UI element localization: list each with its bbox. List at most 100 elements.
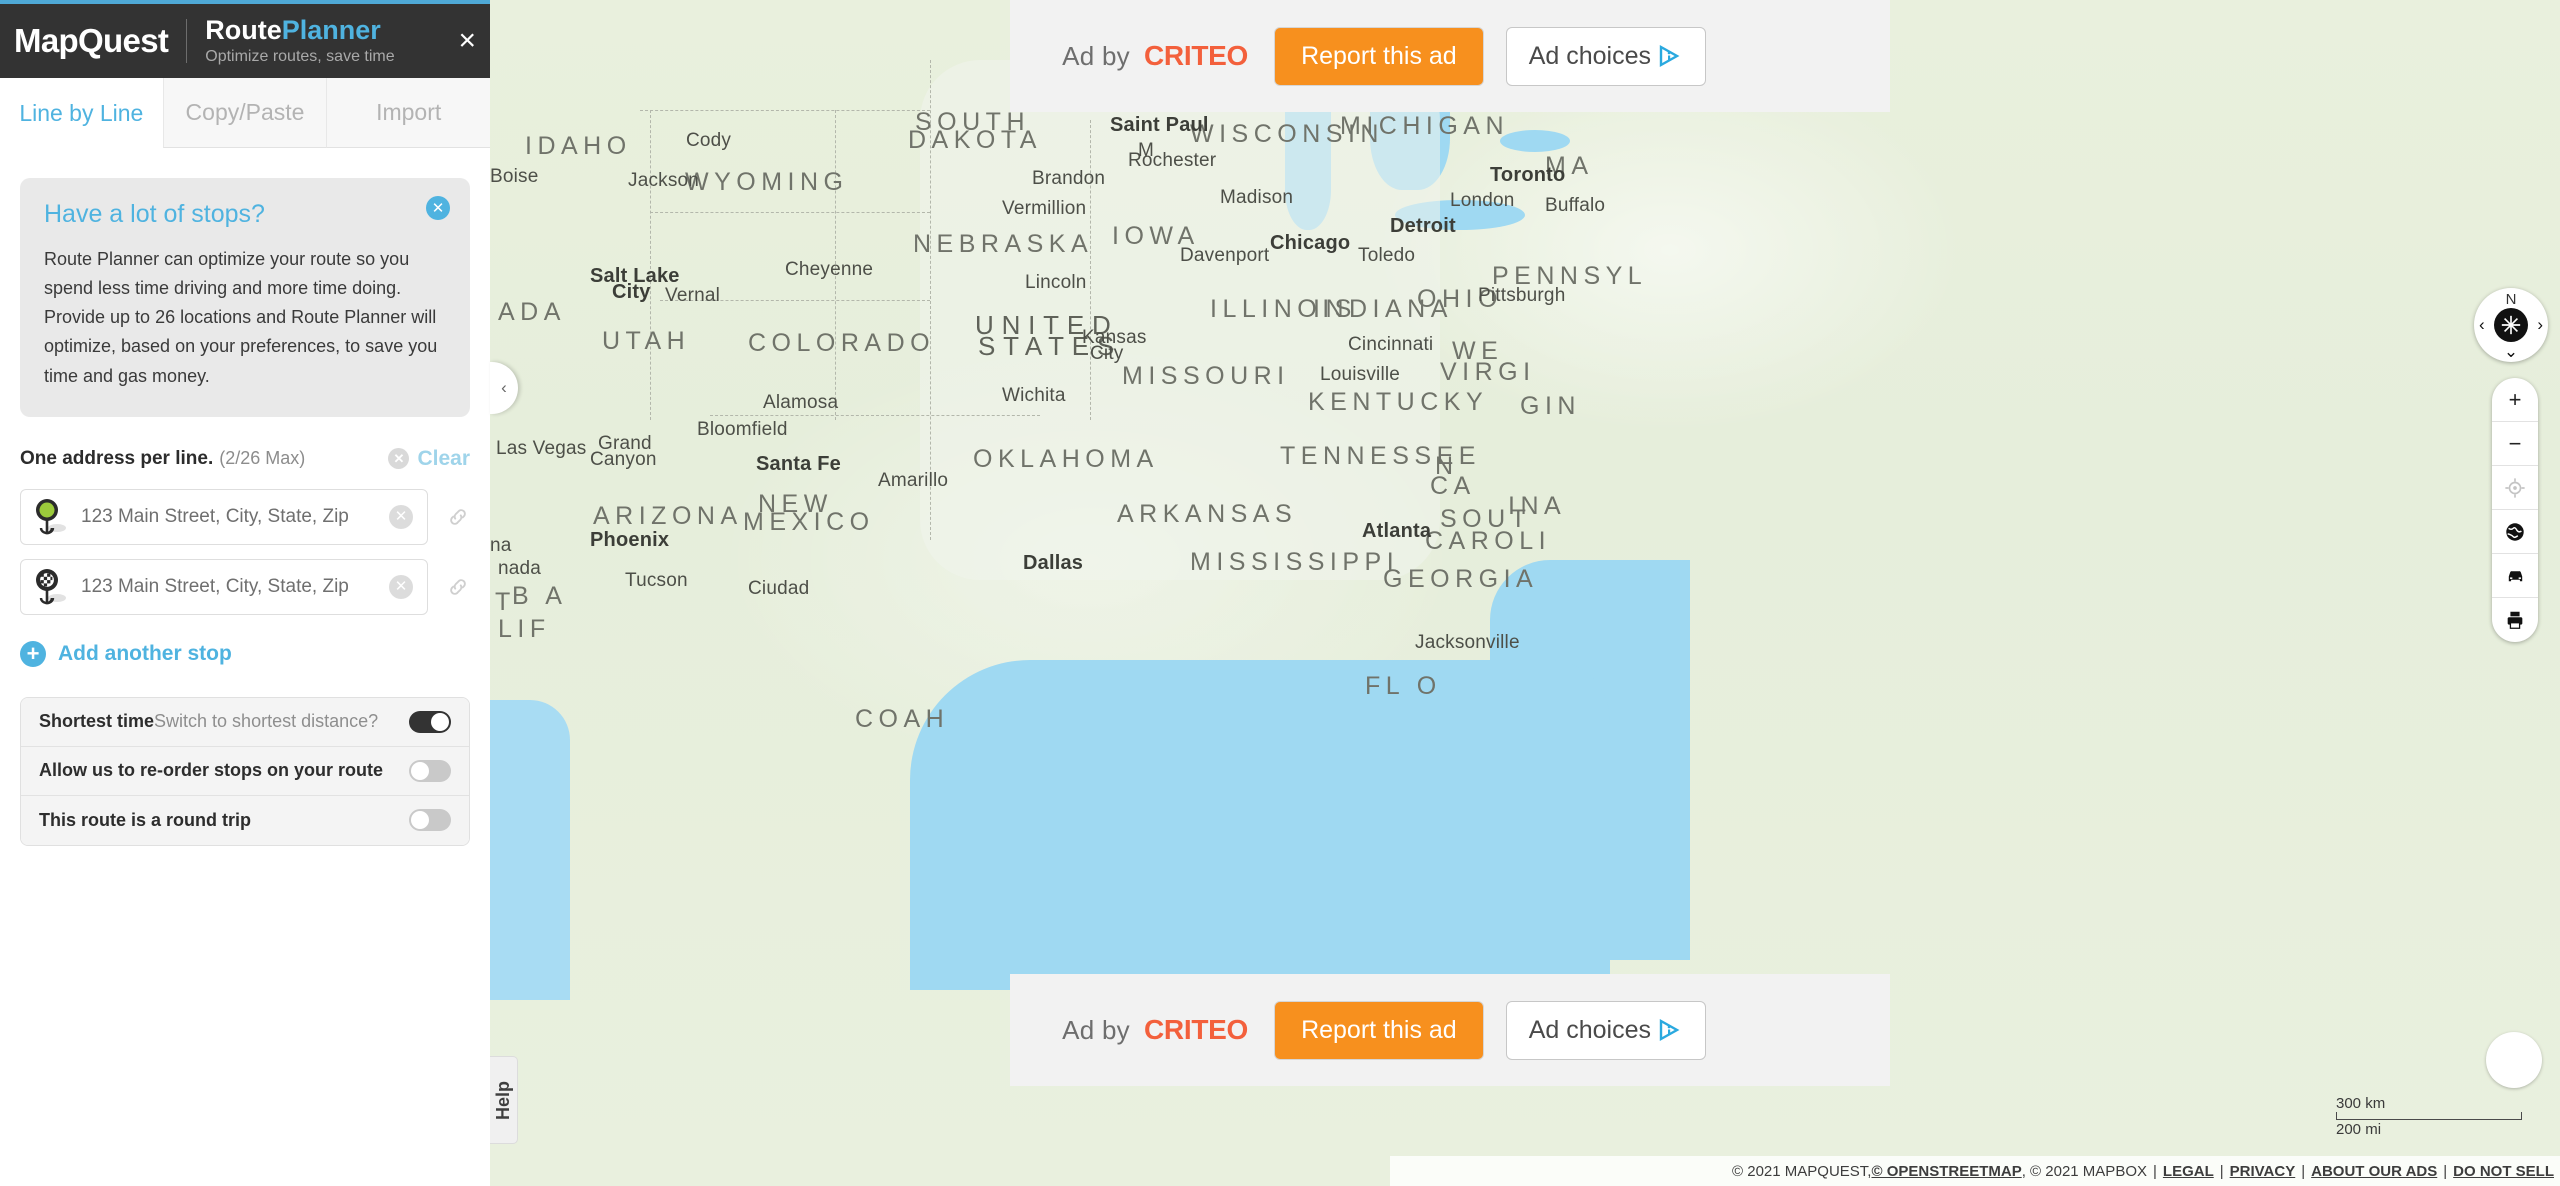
map-label-city: Boise bbox=[490, 166, 539, 187]
scale-bar-line bbox=[2336, 1112, 2522, 1120]
toggle-knob bbox=[431, 712, 449, 731]
attribution-privacy-link[interactable]: PRIVACY bbox=[2230, 1163, 2296, 1180]
add-another-stop-button[interactable]: + Add another stop bbox=[20, 640, 470, 667]
option-row-shortest-time[interactable]: Shortest timeSwitch to shortest distance… bbox=[21, 697, 469, 747]
address-list-heading: One address per line. bbox=[20, 447, 214, 469]
map-canvas[interactable]: IDAHO WYOMING SOUTH DAKOTA NEBRASKA IOWA WISCO… bbox=[490, 0, 2560, 1186]
ad-by-label: Ad by bbox=[1062, 40, 1130, 71]
map-label-state: B A bbox=[512, 582, 568, 610]
map-label-state: IDAHO bbox=[525, 132, 632, 160]
help-tab-label: Help bbox=[493, 1080, 514, 1120]
criteo-brand-logo: CRITEO bbox=[1143, 40, 1249, 71]
map-label-state: COLORADO bbox=[748, 329, 936, 357]
tab-copy-paste[interactable]: Copy/Paste bbox=[162, 78, 327, 148]
map-label-city: Toronto bbox=[1490, 164, 1566, 186]
info-card-close-icon[interactable]: ✕ bbox=[426, 196, 450, 220]
ad-choices-icon bbox=[1657, 43, 1683, 69]
link-icon-1[interactable] bbox=[446, 505, 470, 529]
toggle-round-trip[interactable] bbox=[409, 809, 451, 832]
map-label-state: MEXICO bbox=[743, 508, 875, 536]
link-icon-2[interactable] bbox=[446, 575, 470, 599]
attribution-do-not-sell-link[interactable]: DO NOT SELL bbox=[2453, 1163, 2554, 1180]
map-label-city: London bbox=[1450, 190, 1515, 211]
compass-pan-left-arrow[interactable]: ‹ bbox=[2479, 316, 2485, 333]
ad-choices-button-top[interactable]: Ad choices bbox=[1505, 26, 1706, 86]
sidebar-panel-body: Have a lot of stops? Route Planner can o… bbox=[0, 178, 490, 846]
attribution-legal-link[interactable]: LEGAL bbox=[2163, 1163, 2214, 1180]
page-title: RoutePlanner bbox=[205, 14, 394, 45]
close-panel-button[interactable]: × bbox=[458, 26, 476, 56]
map-label-city: M bbox=[1138, 140, 1155, 161]
map-label-city: Phoenix bbox=[590, 529, 670, 551]
option-label-reorder-stops: Allow us to re-order stops on your route bbox=[39, 760, 384, 781]
tab-import[interactable]: Import bbox=[326, 78, 490, 148]
map-label-state: GEORGIA bbox=[1383, 565, 1539, 593]
map-label-state: NEBRASKA bbox=[913, 230, 1094, 258]
traffic-button[interactable] bbox=[2492, 554, 2538, 598]
map-label-state: UTAH bbox=[602, 327, 691, 355]
compass-center-icon[interactable] bbox=[2494, 308, 2528, 342]
header-divider bbox=[186, 19, 188, 63]
compass-control[interactable]: N ‹ › ⌄ bbox=[2474, 288, 2548, 362]
map-label-city: Lincoln bbox=[1025, 272, 1087, 293]
address-count-badge: (2/26 Max) bbox=[219, 448, 306, 469]
toggle-shortest-time[interactable] bbox=[409, 710, 451, 733]
compass-pan-down-arrow[interactable]: ⌄ bbox=[2474, 343, 2548, 360]
map-label-city: Wichita bbox=[1002, 385, 1066, 406]
map-label-city: Tucson bbox=[625, 570, 688, 591]
option-row-reorder-stops[interactable]: Allow us to re-order stops on your route bbox=[21, 746, 469, 796]
scale-row-km: 300 km bbox=[2336, 1094, 2522, 1112]
criteo-brand-logo-bottom: CRITEO bbox=[1143, 1014, 1249, 1045]
toggle-reorder-stops[interactable] bbox=[409, 759, 451, 782]
toggle-knob bbox=[411, 811, 429, 830]
zoom-out-button[interactable]: − bbox=[2492, 422, 2538, 466]
map-layers-globe-button[interactable] bbox=[2492, 510, 2538, 554]
sidebar-header: MapQuest RoutePlanner Optimize routes, s… bbox=[0, 4, 490, 78]
print-button[interactable] bbox=[2492, 598, 2538, 642]
tab-line-by-line[interactable]: Line by Line bbox=[0, 78, 163, 148]
page-title-accent: Planner bbox=[281, 14, 381, 45]
option-row-round-trip[interactable]: This route is a round trip bbox=[21, 795, 469, 845]
attribution-openstreetmap-link[interactable]: © OPENSTREETMAP bbox=[1871, 1163, 2021, 1180]
map-label-city: Amarillo bbox=[878, 470, 949, 491]
map-label-state: MICHIGAN bbox=[1340, 112, 1509, 140]
compass-pan-right-arrow[interactable]: › bbox=[2537, 316, 2543, 333]
water-gulf-of-mexico bbox=[910, 660, 1610, 990]
info-card-lots-of-stops: Have a lot of stops? Route Planner can o… bbox=[20, 178, 470, 417]
map-attribution-bar: © 2021 MAPQUEST, © OPENSTREETMAP , © 202… bbox=[1390, 1156, 2560, 1186]
map-label-city: Alamosa bbox=[763, 392, 839, 413]
map-label-state: WYOMING bbox=[685, 168, 849, 196]
option-label-muted: Switch to shortest distance? bbox=[154, 711, 379, 732]
map-label-city: na bbox=[490, 535, 512, 556]
scale-mi-label: 200 mi bbox=[2336, 1121, 2382, 1138]
map-label-city: Cody bbox=[686, 130, 732, 151]
clear-address-1-icon[interactable]: ✕ bbox=[389, 504, 413, 529]
map-label-city: Las Vegas bbox=[496, 438, 587, 459]
ad-choices-icon-bottom bbox=[1657, 1017, 1683, 1043]
destination-pin-icon bbox=[33, 567, 67, 607]
route-planner-sidebar: MapQuest RoutePlanner Optimize routes, s… bbox=[0, 0, 490, 1186]
report-this-ad-button-bottom[interactable]: Report this ad bbox=[1274, 1000, 1484, 1060]
map-label-city: Buffalo bbox=[1545, 195, 1606, 216]
help-tab[interactable]: Help bbox=[490, 1056, 518, 1144]
address-input-2[interactable]: 123 Main Street, City, State, Zip ✕ bbox=[20, 558, 428, 615]
report-this-ad-button-top[interactable]: Report this ad bbox=[1274, 26, 1484, 86]
map-label-city: Bloomfield bbox=[697, 419, 788, 440]
map-label-state: FL O bbox=[1365, 672, 1442, 700]
locate-me-button[interactable] bbox=[2492, 466, 2538, 510]
ad-choices-button-bottom[interactable]: Ad choices bbox=[1505, 1000, 1706, 1060]
water-pacific-left bbox=[490, 700, 570, 1000]
add-another-stop-label: Add another stop bbox=[58, 641, 232, 665]
address-list-header: One address per line. (2/26 Max) ✕ Clear bbox=[20, 447, 470, 471]
map-floating-action-button[interactable] bbox=[2486, 1032, 2542, 1088]
clear-icon: ✕ bbox=[388, 448, 410, 470]
state-border bbox=[650, 212, 930, 213]
clear-address-2-icon[interactable]: ✕ bbox=[389, 574, 413, 599]
zoom-in-button[interactable]: + bbox=[2492, 378, 2538, 422]
attribution-about-our-ads-link[interactable]: ABOUT OUR ADS bbox=[2311, 1163, 2437, 1180]
option-label-shortest-time: Shortest timeSwitch to shortest distance… bbox=[39, 711, 378, 732]
map-label-city: Ciudad bbox=[748, 578, 810, 599]
clear-all-button[interactable]: ✕ Clear bbox=[388, 447, 470, 471]
scale-row-mi: 200 mi bbox=[2336, 1120, 2522, 1138]
address-input-1[interactable]: 123 Main Street, City, State, Zip ✕ bbox=[20, 488, 428, 545]
